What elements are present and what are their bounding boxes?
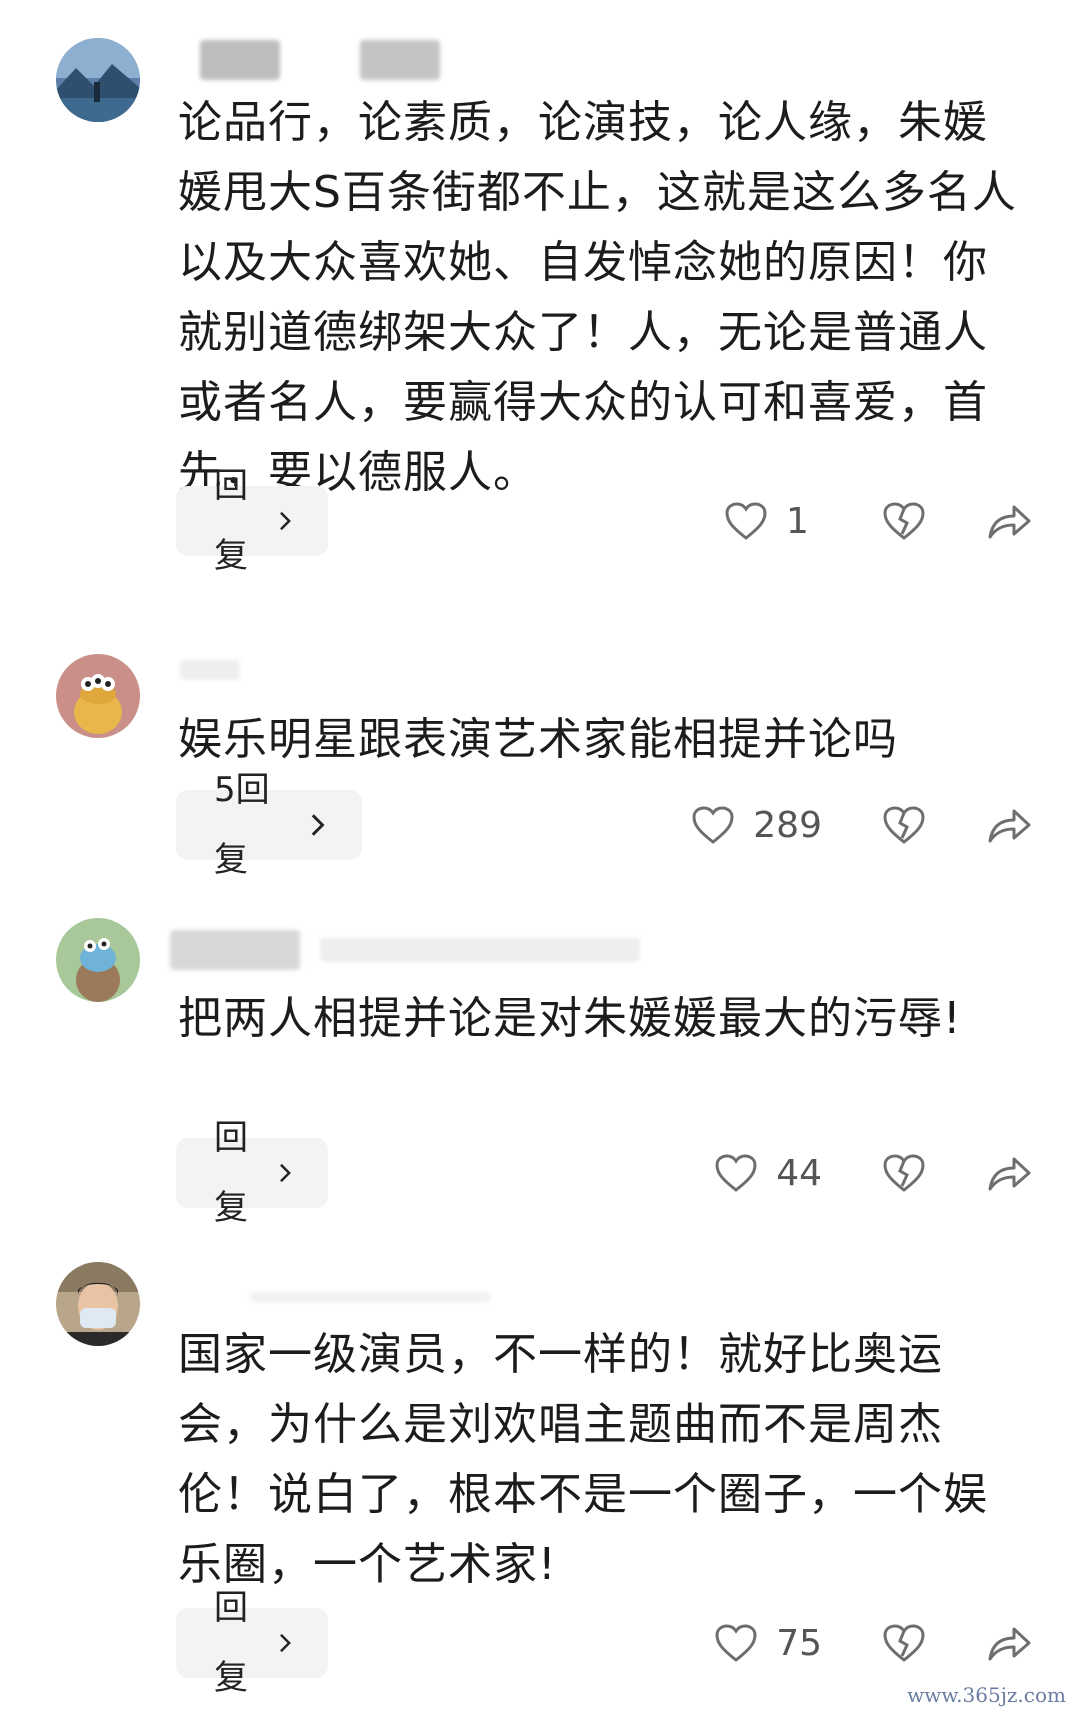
username-blurred	[170, 40, 530, 80]
username-blurred	[170, 930, 690, 970]
like-count: 44	[776, 1152, 822, 1194]
share-arrow-icon	[988, 505, 1031, 539]
like-count: 1	[786, 500, 809, 542]
chevron-right-icon	[311, 814, 325, 836]
reply-button[interactable]: 5回复	[176, 770, 362, 880]
share-arrow-icon	[988, 1157, 1031, 1191]
dislike-button[interactable]	[882, 1623, 926, 1663]
comment-text: 国家一级演员，不一样的！就好比奥运会，为什么是刘欢唱主题曲而不是周杰伦！说白了，…	[178, 1329, 988, 1590]
heart-outline-icon	[715, 1624, 757, 1662]
share-button[interactable]	[986, 501, 1032, 541]
like-button[interactable]: 1	[724, 501, 822, 542]
heart-outline-icon	[692, 806, 734, 844]
reply-label: 5回复	[214, 770, 270, 880]
comment-actions: 1	[724, 486, 1032, 556]
broken-heart-icon	[883, 502, 925, 540]
reply-button[interactable]: 回复	[176, 1118, 328, 1228]
like-button[interactable]: 289	[691, 805, 822, 846]
broken-heart-icon	[883, 1624, 925, 1662]
comment-actions: 289	[691, 790, 1032, 860]
like-count: 75	[776, 1622, 822, 1664]
dislike-button[interactable]	[882, 1153, 926, 1193]
reply-button[interactable]: 回复	[176, 1588, 328, 1698]
chevron-right-icon	[279, 1633, 291, 1653]
comment-text: 论品行，论素质，论演技，论人缘，朱媛媛甩大S百条街都不止，这就是这么多名人以及大…	[178, 97, 1017, 498]
chevron-right-icon	[279, 1163, 291, 1183]
dislike-button[interactable]	[882, 805, 926, 845]
username-blurred	[170, 1280, 590, 1320]
heart-outline-icon	[715, 1154, 757, 1192]
comment-actions: 44	[714, 1138, 1032, 1208]
broken-heart-icon	[883, 806, 925, 844]
avatar[interactable]	[56, 918, 140, 1002]
comment-text: 把两人相提并论是对朱媛媛最大的污辱!	[178, 993, 962, 1044]
broken-heart-icon	[883, 1154, 925, 1192]
watermark: www.365jz.com	[907, 1683, 1066, 1707]
share-button[interactable]	[986, 1153, 1032, 1193]
share-button[interactable]	[986, 805, 1032, 845]
like-count: 289	[753, 804, 822, 846]
share-arrow-icon	[988, 809, 1031, 843]
comment-actions: 75	[714, 1608, 1032, 1678]
avatar[interactable]	[56, 38, 140, 122]
reply-label: 回复	[214, 1118, 248, 1228]
like-button[interactable]: 75	[714, 1623, 822, 1664]
heart-outline-icon	[725, 502, 767, 540]
reply-label: 回复	[214, 1588, 248, 1698]
share-button[interactable]	[986, 1623, 1032, 1663]
avatar[interactable]	[56, 654, 140, 738]
share-arrow-icon	[988, 1627, 1031, 1661]
chevron-right-icon	[279, 511, 291, 531]
username-blurred	[170, 660, 590, 700]
dislike-button[interactable]	[882, 501, 926, 541]
reply-label: 回复	[214, 466, 248, 576]
reply-button[interactable]: 回复	[176, 466, 328, 576]
avatar[interactable]	[56, 1262, 140, 1346]
like-button[interactable]: 44	[714, 1153, 822, 1194]
comment-text: 娱乐明星跟表演艺术家能相提并论吗	[178, 714, 898, 765]
